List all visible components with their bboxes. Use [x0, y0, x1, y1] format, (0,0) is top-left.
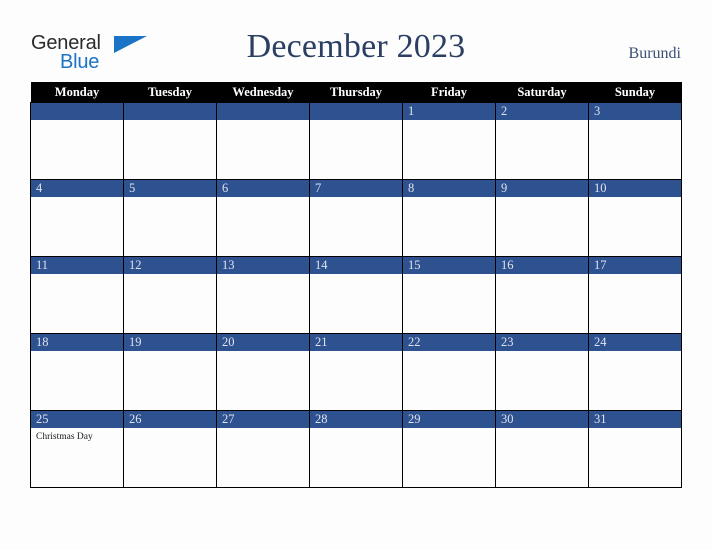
- event-label: Christmas Day: [36, 432, 93, 442]
- day-number: 8: [403, 180, 495, 197]
- calendar-day-cell-23[interactable]: 23: [495, 333, 589, 411]
- calendar-day-cell-25[interactable]: 25 Christmas Day: [30, 410, 124, 488]
- calendar-day-cell-19[interactable]: 19: [123, 333, 217, 411]
- day-number: 13: [217, 257, 309, 274]
- day-number: 12: [124, 257, 216, 274]
- weekday-header-monday: Monday: [30, 82, 124, 103]
- calendar-week-row: 123: [30, 102, 682, 180]
- day-number: 16: [496, 257, 588, 274]
- day-number: 27: [217, 411, 309, 428]
- day-number: 15: [403, 257, 495, 274]
- calendar-grid: Monday Tuesday Wednesday Thursday Friday Satu…: [30, 82, 682, 488]
- calendar-day-cell-13[interactable]: 13: [216, 256, 310, 334]
- day-number: 5: [124, 180, 216, 197]
- day-number: [124, 103, 216, 120]
- weekday-header-tuesday: Tuesday: [123, 82, 217, 103]
- calendar-day-cell-29[interactable]: 29: [402, 410, 496, 488]
- calendar-day-cell-26[interactable]: 26: [123, 410, 217, 488]
- calendar-week-row: 11 12 13 14 15 16 17: [30, 256, 682, 334]
- day-number: 26: [124, 411, 216, 428]
- day-number: [217, 103, 309, 120]
- page-header: General Blue December 2023 Burundi: [0, 0, 712, 82]
- day-number: 4: [31, 180, 123, 197]
- calendar-day-cell-27[interactable]: 27: [216, 410, 310, 488]
- calendar-day-cell-empty: [30, 102, 124, 180]
- calendar-day-cell-24[interactable]: 24: [588, 333, 682, 411]
- calendar-day-cell-17[interactable]: 17: [588, 256, 682, 334]
- calendar-header-row: Monday Tuesday Wednesday Thursday Friday Satu…: [30, 82, 682, 103]
- weekday-header-friday: Friday: [402, 82, 496, 103]
- day-events: Christmas Day: [31, 428, 123, 443]
- calendar-week-row: 4 5 6 7 8 9 10: [30, 179, 682, 257]
- calendar-day-cell-30[interactable]: 30: [495, 410, 589, 488]
- day-number: 7: [310, 180, 402, 197]
- calendar-day-cell-21[interactable]: 21: [309, 333, 403, 411]
- day-number: 29: [403, 411, 495, 428]
- day-number: 21: [310, 334, 402, 351]
- calendar-day-cell-18[interactable]: 18: [30, 333, 124, 411]
- day-number: [310, 103, 402, 120]
- day-number: 18: [31, 334, 123, 351]
- calendar-week-row: 18 19 20 21 22 23 24: [30, 333, 682, 411]
- day-number: 24: [589, 334, 681, 351]
- day-number: 2: [496, 103, 588, 120]
- day-number: 1: [403, 103, 495, 120]
- calendar-day-cell-15[interactable]: 15: [402, 256, 496, 334]
- calendar-day-cell-8[interactable]: 8: [402, 179, 496, 257]
- calendar-day-cell-4[interactable]: 4: [30, 179, 124, 257]
- calendar-day-cell-empty: [309, 102, 403, 180]
- calendar-day-cell-2[interactable]: 2: [495, 102, 589, 180]
- calendar-day-cell-empty: [216, 102, 310, 180]
- day-number: 3: [589, 103, 681, 120]
- day-number: 30: [496, 411, 588, 428]
- calendar-day-cell-9[interactable]: 9: [495, 179, 589, 257]
- day-number: 6: [217, 180, 309, 197]
- calendar-day-cell-28[interactable]: 28: [309, 410, 403, 488]
- calendar-day-cell-5[interactable]: 5: [123, 179, 217, 257]
- day-number: 14: [310, 257, 402, 274]
- day-number: 25: [31, 411, 123, 428]
- weekday-header-sunday: Sunday: [588, 82, 682, 103]
- calendar-day-cell-6[interactable]: 6: [216, 179, 310, 257]
- day-number: 23: [496, 334, 588, 351]
- day-number: [31, 103, 123, 120]
- day-number: 9: [496, 180, 588, 197]
- calendar-week-row: 25 Christmas Day 26 27 28 29 30 31: [30, 410, 682, 488]
- country-label: Burundi: [628, 45, 681, 62]
- day-number: 11: [31, 257, 123, 274]
- calendar-body: 1 2 3 4 5 6 7 8 9 10 11 12 13 14 15 16 17 18 19 20 21 22 23 24 2…: [30, 102, 682, 488]
- calendar-day-cell-20[interactable]: 20: [216, 333, 310, 411]
- calendar-day-cell-1[interactable]: 1: [402, 102, 496, 180]
- calendar-day-cell-empty: [123, 102, 217, 180]
- calendar-day-cell-11[interactable]: 11: [30, 256, 124, 334]
- day-number: 31: [589, 411, 681, 428]
- calendar-day-cell-31[interactable]: 31: [588, 410, 682, 488]
- day-number: 10: [589, 180, 681, 197]
- day-number: 20: [217, 334, 309, 351]
- day-number: 19: [124, 334, 216, 351]
- weekday-header-saturday: Saturday: [495, 82, 589, 103]
- weekday-header-thursday: Thursday: [309, 82, 403, 103]
- calendar-day-cell-3[interactable]: 3: [588, 102, 682, 180]
- weekday-header-wednesday: Wednesday: [216, 82, 310, 103]
- day-number: 22: [403, 334, 495, 351]
- calendar-day-cell-10[interactable]: 10: [588, 179, 682, 257]
- day-number: 28: [310, 411, 402, 428]
- calendar-day-cell-7[interactable]: 7: [309, 179, 403, 257]
- calendar-day-cell-22[interactable]: 22: [402, 333, 496, 411]
- calendar-day-cell-14[interactable]: 14: [309, 256, 403, 334]
- page-title: December 2023: [246, 28, 466, 65]
- calendar-day-cell-12[interactable]: 12: [123, 256, 217, 334]
- weekday-header-row: Monday Tuesday Wednesday Thursday Friday Satu…: [30, 82, 682, 103]
- day-number: 17: [589, 257, 681, 274]
- calendar-day-cell-16[interactable]: 16: [495, 256, 589, 334]
